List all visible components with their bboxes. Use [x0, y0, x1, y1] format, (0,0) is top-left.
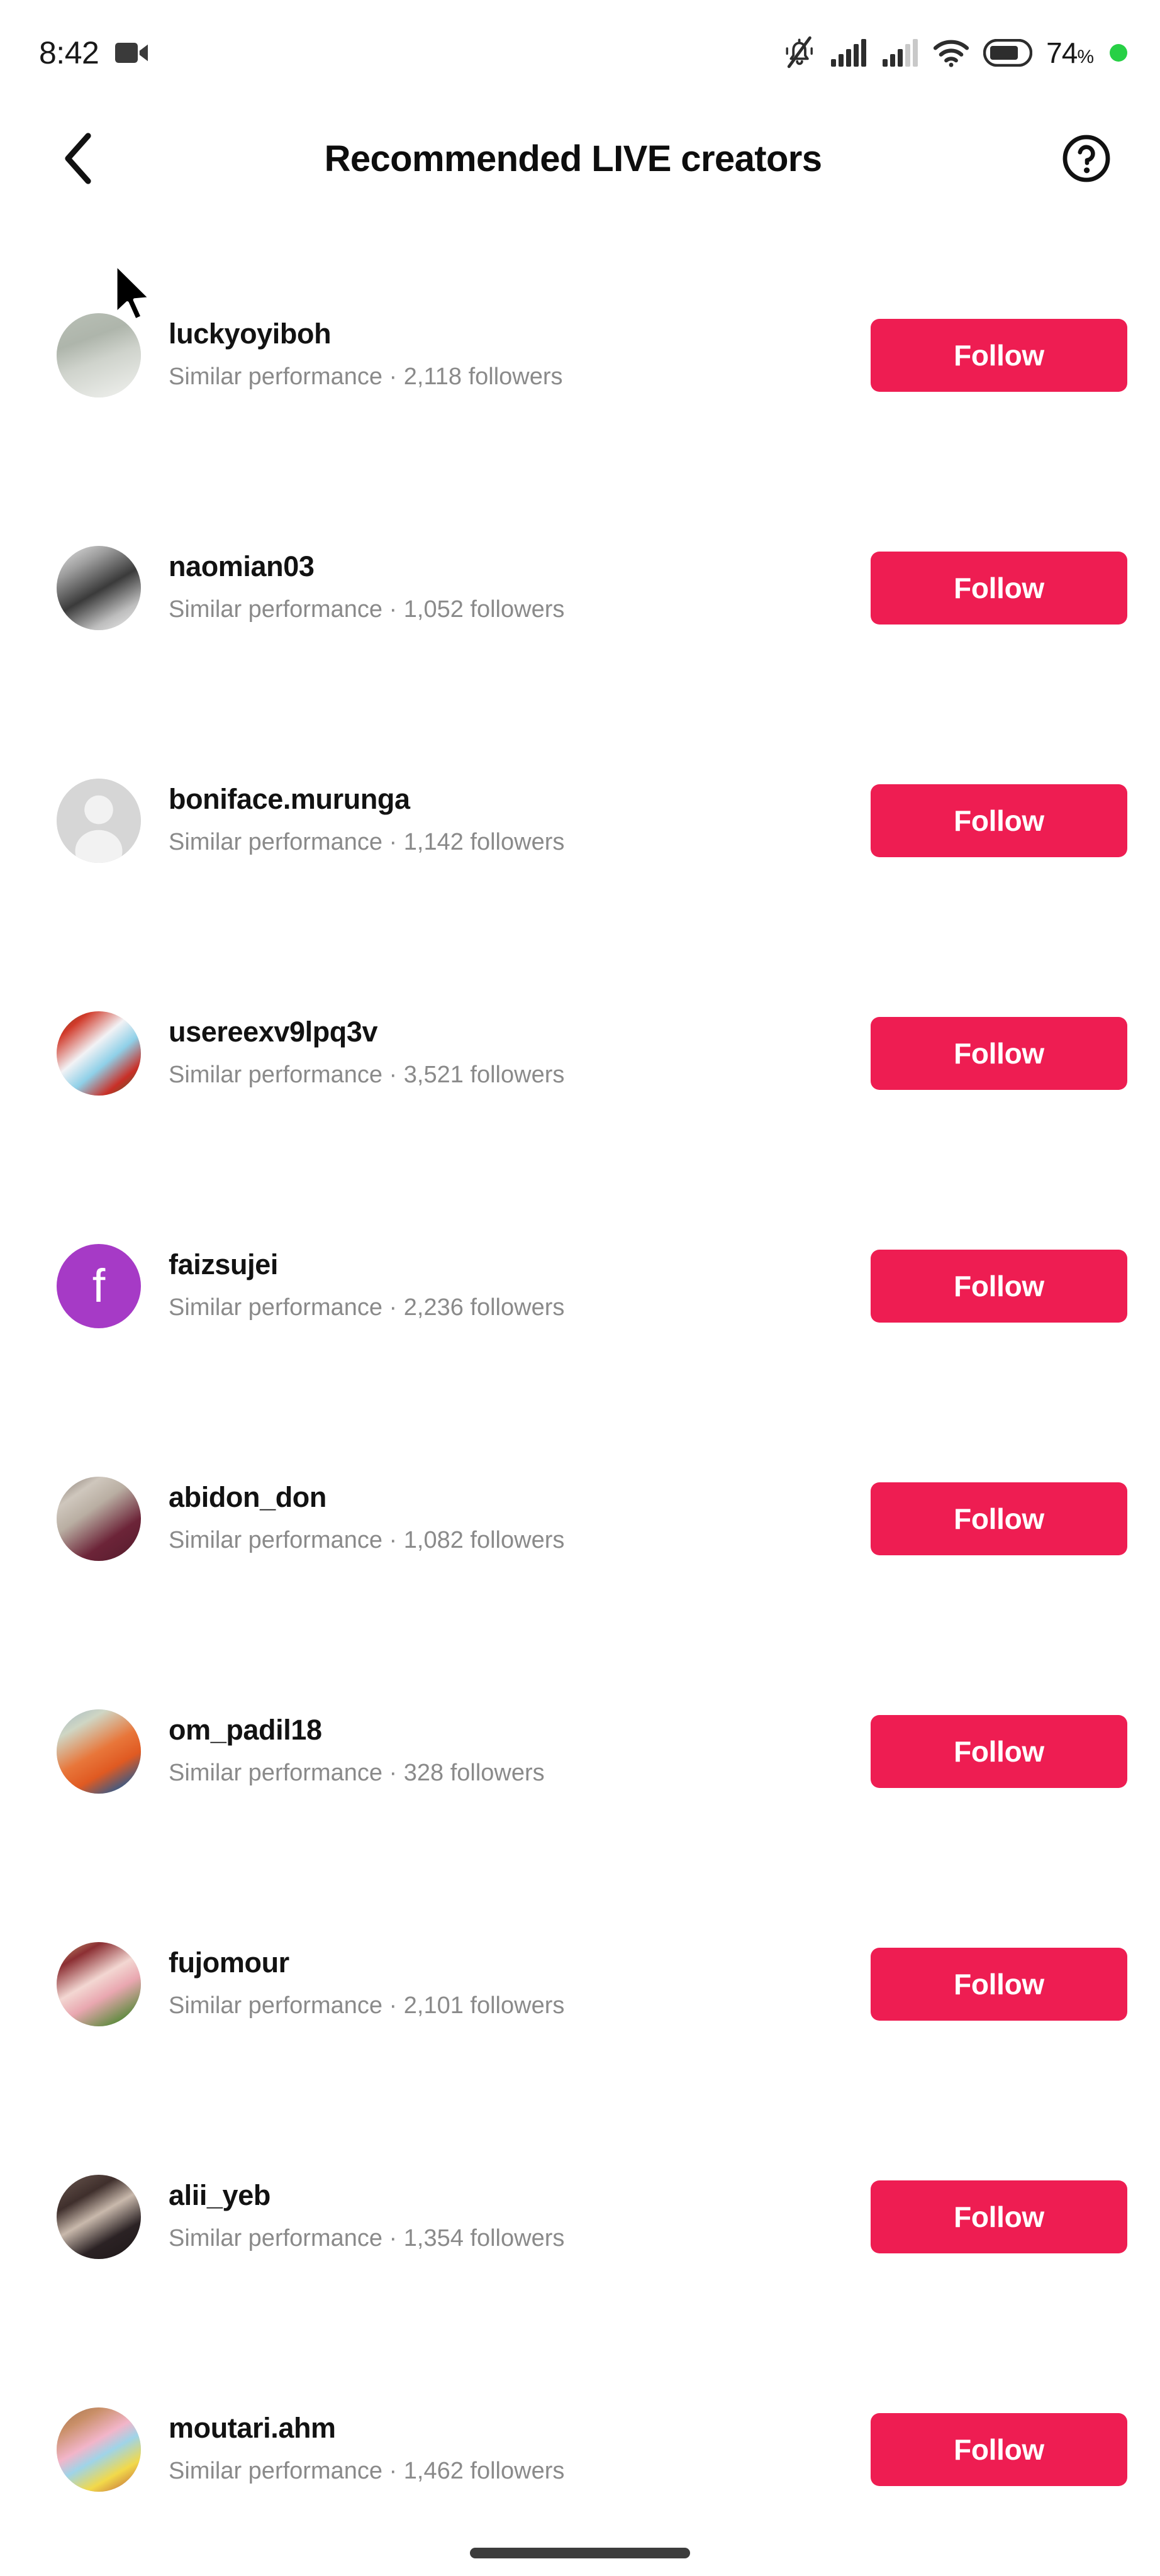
creator-meta: Similar performance · 2,118 followers	[169, 363, 563, 390]
creator-username[interactable]: fujomour	[169, 1946, 856, 1979]
status-bar-right: 74%	[783, 36, 1127, 70]
question-circle-icon	[1061, 133, 1112, 184]
follow-button[interactable]: Follow	[871, 1250, 1127, 1323]
recommended-creators-list[interactable]: luckyoyiboh Similar performance · 2,118 f…	[0, 239, 1160, 2566]
creator-row[interactable]: om_padil18 Similar performance · 328 foll…	[0, 1635, 1160, 1868]
avatar-photo	[57, 313, 141, 397]
creator-text-block: alii_yeb Similar performance · 1,354 foll…	[169, 2179, 856, 2254]
creator-username[interactable]: abidon_don	[169, 1481, 856, 1513]
avatar[interactable]	[57, 546, 141, 630]
creator-text-block: fujomour Similar performance · 2,101 foll…	[169, 1946, 856, 2021]
creator-username[interactable]: om_padil18	[169, 1714, 856, 1746]
follow-button[interactable]: Follow	[871, 2413, 1127, 2486]
creator-row[interactable]: alii_yeb Similar performance · 1,354 foll…	[0, 2101, 1160, 2333]
avatar-photo	[57, 2175, 141, 2259]
avatar-photo	[57, 1011, 141, 1096]
follow-button[interactable]: Follow	[871, 784, 1127, 857]
avatar[interactable]	[57, 1011, 141, 1096]
avatar[interactable]	[57, 313, 141, 397]
follow-button[interactable]: Follow	[871, 319, 1127, 392]
creator-meta: Similar performance · 1,052 followers	[169, 596, 565, 623]
status-bar-left: 8:42	[39, 35, 149, 71]
creator-row[interactable]: naomian03 Similar performance · 1,052 fol…	[0, 472, 1160, 704]
avatar[interactable]	[57, 1942, 141, 2026]
follow-button[interactable]: Follow	[871, 1017, 1127, 1090]
creator-text-block: abidon_don Similar performance · 1,082 fo…	[169, 1481, 856, 1556]
avatar[interactable]: f	[57, 1244, 141, 1328]
avatar-photo	[57, 1709, 141, 1794]
follow-button[interactable]: Follow	[871, 1482, 1127, 1555]
follow-button[interactable]: Follow	[871, 1948, 1127, 2021]
battery-icon	[983, 39, 1033, 67]
creator-username[interactable]: boniface.murunga	[169, 783, 856, 815]
cellular-signal-icon	[830, 38, 867, 68]
video-camera-icon	[115, 40, 149, 65]
battery-percent: 74%	[1046, 36, 1094, 69]
bell-muted-icon	[783, 36, 816, 70]
status-time: 8:42	[39, 35, 99, 70]
home-gesture-bar[interactable]	[470, 2548, 690, 2558]
creator-meta: Similar performance · 1,354 followers	[169, 2224, 565, 2251]
green-status-dot	[1110, 44, 1127, 62]
avatar-photo	[57, 546, 141, 630]
creator-row[interactable]: moutari.ahm Similar performance · 1,462 f…	[0, 2333, 1160, 2566]
person-placeholder-icon	[57, 779, 141, 863]
creator-row[interactable]: abidon_don Similar performance · 1,082 fo…	[0, 1402, 1160, 1635]
creator-text-block: moutari.ahm Similar performance · 1,462 f…	[169, 2412, 856, 2487]
follow-button[interactable]: Follow	[871, 552, 1127, 625]
creator-text-block: luckyoyiboh Similar performance · 2,118 f…	[169, 318, 856, 392]
creator-username[interactable]: faizsujei	[169, 1248, 856, 1280]
creator-row[interactable]: luckyoyiboh Similar performance · 2,118 f…	[0, 239, 1160, 472]
creator-text-block: om_padil18 Similar performance · 328 foll…	[169, 1714, 856, 1789]
creator-row[interactable]: boniface.murunga Similar performance · 1,…	[0, 704, 1160, 937]
creator-row[interactable]: usereexv9lpq3v Similar performance · 3,52…	[0, 937, 1160, 1170]
creator-username[interactable]: usereexv9lpq3v	[169, 1016, 856, 1048]
creator-row[interactable]: f faizsujei Similar performance · 2,236 fo…	[0, 1170, 1160, 1402]
creator-meta: Similar performance · 3,521 followers	[169, 1061, 565, 1088]
creator-text-block: naomian03 Similar performance · 1,052 fol…	[169, 550, 856, 625]
creator-meta: Similar performance · 328 followers	[169, 1759, 545, 1786]
follow-button[interactable]: Follow	[871, 1715, 1127, 1788]
creator-meta: Similar performance · 2,236 followers	[169, 1294, 565, 1321]
status-bar: 8:42 74%	[0, 0, 1160, 106]
creator-username[interactable]: luckyoyiboh	[169, 318, 856, 350]
creator-meta: Similar performance · 2,101 followers	[169, 1992, 565, 2019]
avatar[interactable]	[57, 1709, 141, 1794]
avatar[interactable]	[57, 2407, 141, 2492]
creator-meta: Similar performance · 1,462 followers	[169, 2457, 565, 2484]
avatar[interactable]	[57, 2175, 141, 2259]
creator-username[interactable]: naomian03	[169, 550, 856, 582]
page-header: Recommended LIVE creators	[0, 106, 1160, 211]
creator-text-block: usereexv9lpq3v Similar performance · 3,52…	[169, 1016, 856, 1091]
help-button[interactable]	[1046, 133, 1127, 184]
creator-meta: Similar performance · 1,082 followers	[169, 1526, 565, 1553]
page-title: Recommended LIVE creators	[324, 138, 822, 179]
creator-meta: Similar performance · 1,142 followers	[169, 828, 565, 855]
creator-row[interactable]: fujomour Similar performance · 2,101 foll…	[0, 1868, 1160, 2101]
follow-button[interactable]: Follow	[871, 2180, 1127, 2253]
avatar[interactable]	[57, 1477, 141, 1561]
avatar-photo	[57, 2407, 141, 2492]
chevron-left-icon	[63, 132, 94, 185]
avatar-photo	[57, 1942, 141, 2026]
avatar-initial: f	[92, 1260, 106, 1312]
avatar-photo	[57, 1477, 141, 1561]
creator-text-block: faizsujei Similar performance · 2,236 fol…	[169, 1248, 856, 1323]
cellular-signal-icon	[881, 38, 919, 68]
creator-username[interactable]: moutari.ahm	[169, 2412, 856, 2444]
avatar[interactable]	[57, 779, 141, 863]
creator-text-block: boniface.murunga Similar performance · 1,…	[169, 783, 856, 858]
wifi-icon	[933, 38, 969, 68]
creator-username[interactable]: alii_yeb	[169, 2179, 856, 2211]
